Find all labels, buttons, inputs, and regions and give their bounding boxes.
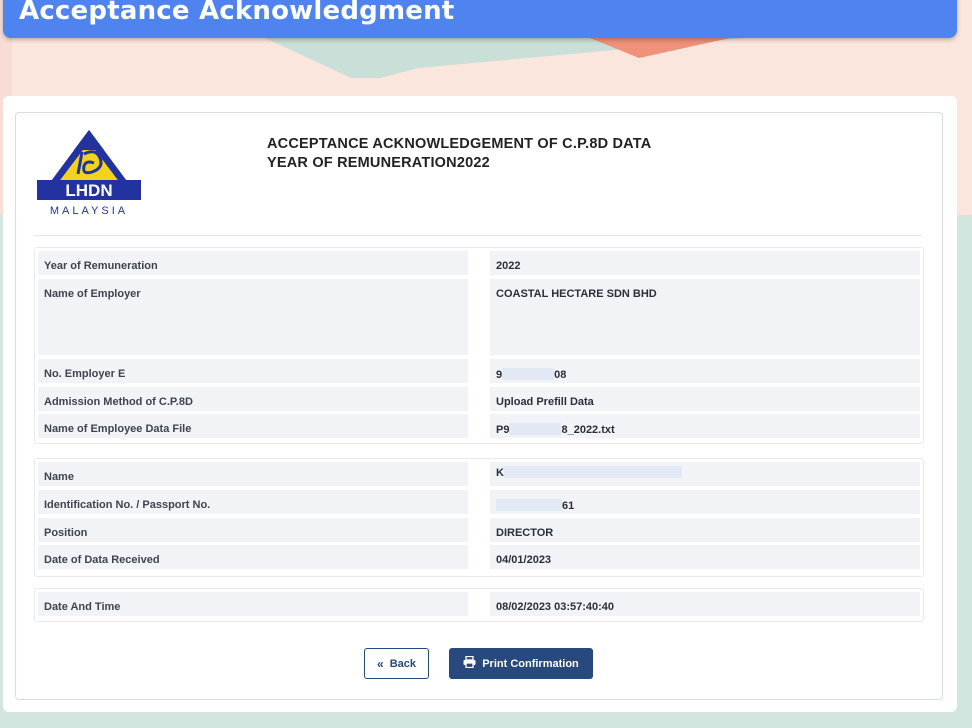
logo-subtext: MALAYSIA xyxy=(50,205,128,217)
detail-label: Identification No. / Passport No. xyxy=(38,490,468,514)
detail-value: 2022 xyxy=(490,251,920,275)
value-suffix: 8_2022.txt xyxy=(561,424,615,436)
detail-row-date-time: Date And Time 08/02/2023 03:57:40:40 xyxy=(38,592,920,616)
page-header: Acceptance Acknowledgment xyxy=(3,0,957,38)
detail-label: Admission Method of C.P.8D xyxy=(38,387,468,411)
double-chevron-left-icon: « xyxy=(377,656,384,671)
detail-label: No. Employer E xyxy=(38,359,468,383)
detail-value: DIRECTOR xyxy=(490,518,920,542)
detail-row-data-file: Name of Employee Data File P9 8_2022.txt xyxy=(38,414,920,438)
back-button[interactable]: « Back xyxy=(364,648,429,679)
lhdn-logo: LHDN MALAYSIA xyxy=(34,128,146,220)
acknowledgement-panel: LHDN MALAYSIA ACCEPTANCE ACKNOWLEDGEMENT… xyxy=(15,112,943,700)
detail-label: Position xyxy=(38,518,468,542)
detail-row-id-passport: Identification No. / Passport No. 61 xyxy=(38,490,920,514)
detail-label: Date of Data Received xyxy=(38,545,468,569)
detail-value: 04/01/2023 xyxy=(490,545,920,569)
detail-row-employer-no: No. Employer E 9 08 xyxy=(38,359,920,383)
print-button-label: Print Confirmation xyxy=(482,657,579,670)
value-prefix: K xyxy=(496,467,504,479)
redaction-mask xyxy=(509,423,562,435)
detail-value-redacted: 9 08 xyxy=(490,359,920,383)
employer-details-section: Year of Remuneration 2022 Name of Employ… xyxy=(34,247,924,444)
detail-value: Upload Prefill Data xyxy=(490,387,920,411)
content-card: LHDN MALAYSIA ACCEPTANCE ACKNOWLEDGEMENT… xyxy=(3,96,957,712)
printer-icon xyxy=(463,655,476,671)
divider xyxy=(34,235,922,236)
value-prefix: P9 xyxy=(496,424,510,436)
detail-value-redacted: K xyxy=(490,462,920,486)
detail-label: Date And Time xyxy=(38,592,468,616)
redaction-mask xyxy=(503,466,682,478)
detail-row-name: Name K xyxy=(38,462,920,486)
detail-label: Year of Remuneration xyxy=(38,251,468,275)
detail-value: 08/02/2023 03:57:40:40 xyxy=(490,592,920,616)
page-title: Acceptance Acknowledgment xyxy=(19,0,455,26)
detail-value-redacted: 61 xyxy=(490,490,920,514)
employee-details-section: Name K Identification No. / Passport No.… xyxy=(34,458,924,577)
detail-label: Name of Employer xyxy=(38,279,468,355)
redaction-mask xyxy=(496,499,562,511)
heading-line-2: YEAR OF REMUNERATION2022 xyxy=(267,155,490,171)
detail-label: Name of Employee Data File xyxy=(38,414,468,438)
acknowledgement-heading: ACCEPTANCE ACKNOWLEDGEMENT OF C.P.8D DAT… xyxy=(267,135,651,173)
back-button-label: Back xyxy=(389,657,416,670)
detail-row-admission-method: Admission Method of C.P.8D Upload Prefil… xyxy=(38,387,920,411)
print-confirmation-button[interactable]: Print Confirmation xyxy=(449,648,593,679)
value-suffix: 61 xyxy=(562,500,575,512)
redaction-mask xyxy=(502,368,555,380)
detail-row-position: Position DIRECTOR xyxy=(38,518,920,542)
detail-value: COASTAL HECTARE SDN BHD xyxy=(490,279,920,355)
logo-text: LHDN xyxy=(65,181,112,200)
detail-row-employer-name: Name of Employer COASTAL HECTARE SDN BHD xyxy=(38,279,920,355)
detail-row-year: Year of Remuneration 2022 xyxy=(38,251,920,275)
detail-row-date-received: Date of Data Received 04/01/2023 xyxy=(38,545,920,569)
detail-value-redacted: P9 8_2022.txt xyxy=(490,414,920,438)
heading-line-1: ACCEPTANCE ACKNOWLEDGEMENT OF C.P.8D DAT… xyxy=(267,136,652,152)
value-suffix: 08 xyxy=(554,369,567,381)
timestamp-section: Date And Time 08/02/2023 03:57:40:40 xyxy=(34,588,924,622)
detail-label: Name xyxy=(38,462,468,486)
